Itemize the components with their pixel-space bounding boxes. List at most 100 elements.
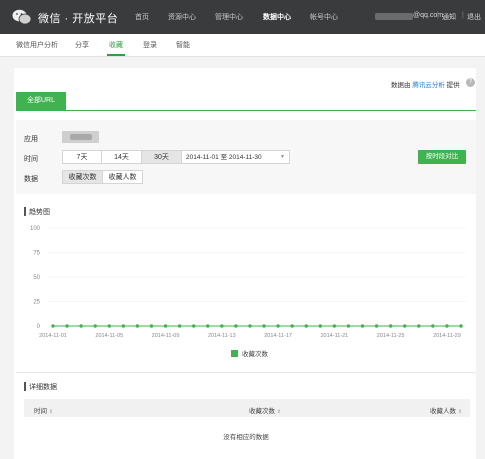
data-point [220, 324, 224, 328]
data-point [388, 324, 393, 328]
x-tick-label: 2014-11-25 [377, 333, 405, 339]
detail-title: 详细数据 [29, 384, 57, 391]
trend-chart: 0 25 50 75 100 2014-11-01 2014-11-05 2014-11-09… [30, 226, 466, 358]
data-point [417, 324, 421, 328]
data-point [290, 324, 294, 328]
data-point [248, 324, 252, 328]
subnav-user-analysis[interactable]: 微信用户分析 [16, 40, 58, 50]
data-point [121, 324, 126, 328]
account-email-blurred [375, 13, 413, 20]
data-point [163, 324, 168, 328]
column-favorite-users-label: 收藏人数 [430, 408, 456, 415]
metric-favorite-count-button[interactable]: 收藏次数 [62, 170, 103, 184]
sort-icon: ⇕ [276, 409, 282, 415]
legend-label: 收藏次数 [242, 349, 269, 358]
section-marker [24, 207, 26, 216]
compare-periods-button[interactable]: 按时段对比 [418, 150, 466, 164]
y-tick-label: 100 [30, 226, 41, 232]
data-label: 数据 [24, 176, 38, 183]
wechat-logo-icon [12, 9, 32, 25]
trend-title: 趋势图 [29, 209, 50, 216]
data-point [276, 324, 280, 328]
nav-resource-center[interactable]: 资源中心 [168, 12, 196, 22]
provider-prefix: 数据由 [391, 82, 411, 89]
time-7-days-button[interactable]: 7天 [62, 150, 102, 164]
x-tick-label: 2014-11-09 [152, 333, 180, 339]
legend-swatch [231, 350, 238, 357]
data-point [374, 324, 379, 328]
column-time[interactable]: 时间 ⇕ [34, 405, 53, 415]
app-name-blurred [70, 134, 92, 140]
provider-link[interactable]: 腾讯云分析 [412, 82, 445, 89]
brand-title: 微信 · 开放平台 [38, 13, 119, 25]
time-14-days-button[interactable]: 14天 [101, 150, 142, 164]
data-point [79, 324, 83, 328]
metric-favorite-users-button[interactable]: 收藏人数 [102, 170, 143, 184]
provider-suffix: 提供 [446, 82, 460, 89]
sort-icon: ⇕ [457, 409, 463, 415]
x-tick-label: 2014-11-05 [95, 333, 123, 339]
x-tick-label: 2014-11-29 [433, 333, 461, 339]
data-point [346, 324, 351, 328]
nav-management-center[interactable]: 管理中心 [215, 12, 243, 22]
empty-table-message: 没有相应的数据 [223, 434, 269, 441]
sub-nav [0, 34, 485, 57]
notice-link[interactable]: 通知 [442, 12, 456, 22]
app-label: 应用 [24, 136, 38, 143]
nav-home[interactable]: 首页 [135, 12, 149, 22]
data-point [403, 324, 407, 328]
y-tick-label: 50 [33, 275, 40, 281]
column-favorite-count[interactable]: 收藏次数 ⇕ [249, 405, 281, 415]
data-point [332, 324, 337, 328]
column-time-label: 时间 [34, 408, 47, 415]
divider: | [462, 12, 464, 19]
data-point [445, 324, 449, 328]
tab-all-url[interactable]: 全部URL [16, 92, 66, 110]
date-range-picker[interactable]: 2014-11-01 至 2014-11-30 ▼ [181, 150, 290, 164]
data-point [191, 324, 196, 328]
x-tick-label: 2014-11-13 [208, 333, 236, 339]
chevron-down-icon: ▼ [280, 154, 285, 160]
data-point [177, 324, 182, 328]
logout-link[interactable]: 退出 [467, 12, 481, 22]
divider: | [437, 12, 439, 19]
data-point [107, 324, 111, 328]
time-30-days-button[interactable]: 30天 [141, 150, 182, 164]
y-tick-label: 0 [37, 324, 41, 330]
data-provider-note: 数据由 腾讯云分析 提供 [391, 79, 460, 89]
time-label: 时间 [24, 156, 38, 163]
y-tick-label: 25 [33, 300, 40, 306]
x-tick-label: 2014-11-01 [39, 333, 67, 339]
data-point [304, 324, 308, 328]
data-point [459, 324, 463, 328]
data-point [206, 324, 210, 328]
date-range-value: 2014-11-01 至 2014-11-30 [186, 154, 262, 161]
data-point [149, 324, 154, 328]
column-favorite-count-label: 收藏次数 [249, 408, 275, 415]
tab-underline [16, 110, 476, 111]
data-point [51, 324, 55, 328]
data-point [318, 324, 323, 328]
data-point [234, 324, 238, 328]
help-icon[interactable]: ? [466, 78, 475, 87]
subnav-smart[interactable]: 智能 [176, 40, 190, 50]
section-marker [24, 382, 26, 391]
section-divider [16, 372, 476, 373]
subnav-login[interactable]: 登录 [143, 40, 157, 50]
data-point [431, 324, 435, 328]
data-point [262, 324, 266, 328]
subnav-share[interactable]: 分享 [75, 40, 89, 50]
x-tick-label: 2014-11-21 [321, 333, 349, 339]
data-point [65, 324, 69, 328]
subnav-favorites[interactable]: 收藏 [109, 40, 123, 50]
data-point [360, 324, 365, 328]
sort-icon: ⇕ [48, 409, 54, 415]
y-tick-label: 75 [33, 251, 40, 257]
subnav-active-indicator [107, 54, 125, 56]
table-header [24, 399, 470, 417]
column-favorite-users[interactable]: 收藏人数 ⇕ [430, 405, 462, 415]
data-point [135, 324, 140, 328]
nav-data-center[interactable]: 数据中心 [263, 12, 291, 22]
data-point [93, 324, 97, 328]
nav-account-center[interactable]: 帐号中心 [310, 12, 338, 22]
